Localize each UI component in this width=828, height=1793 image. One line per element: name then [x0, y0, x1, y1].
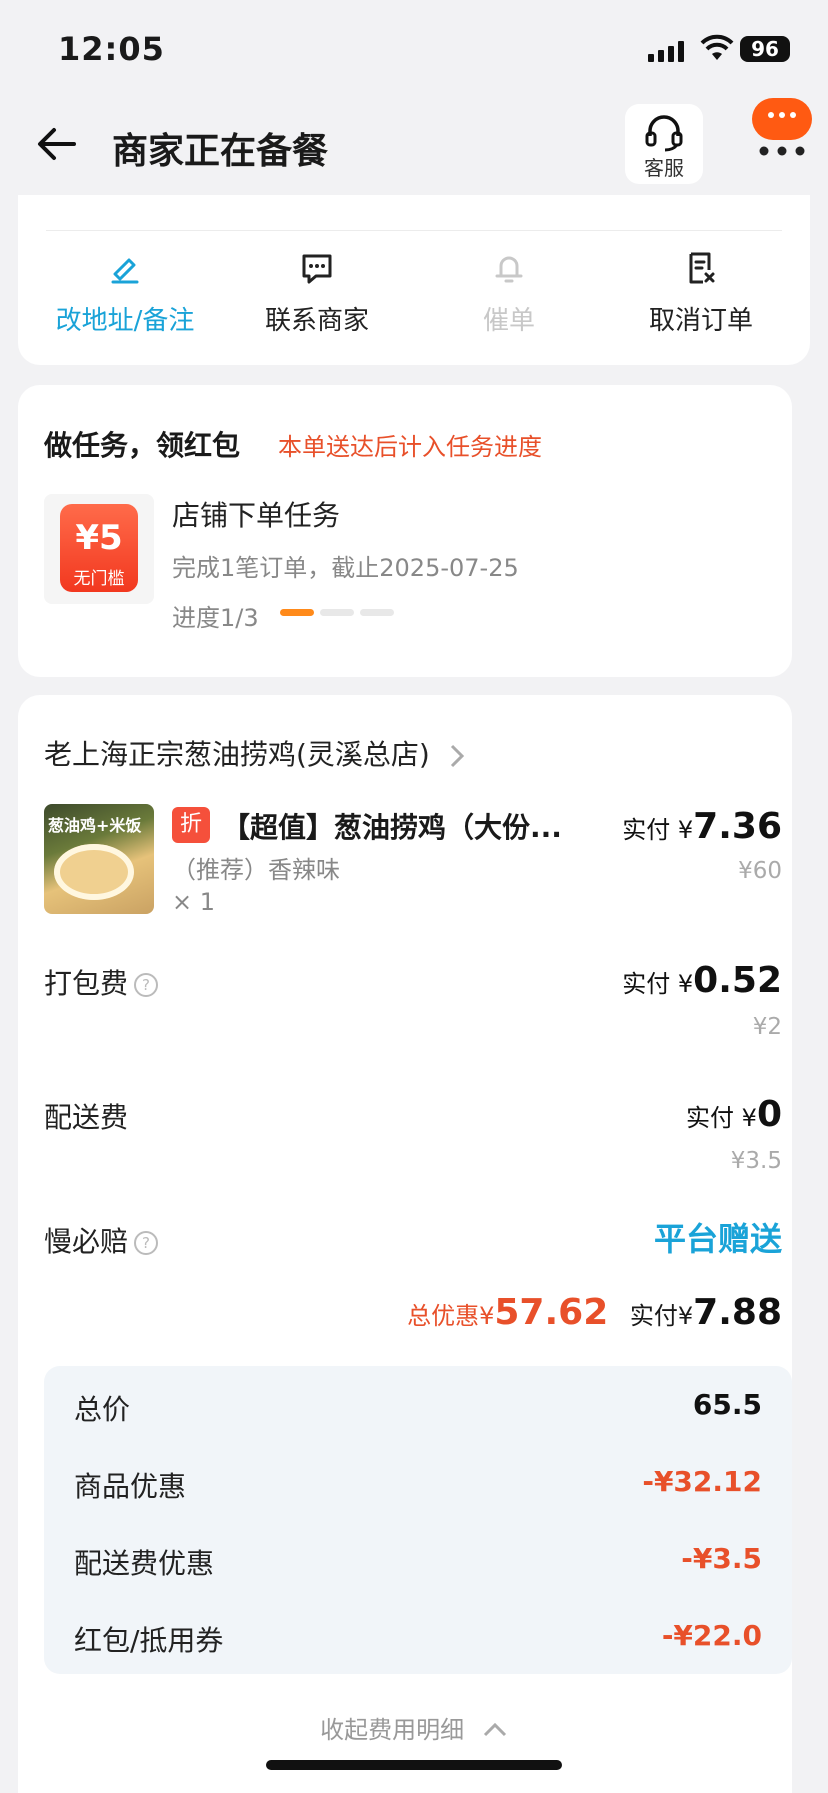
paid-prefix: 实付 ¥ — [686, 1104, 757, 1132]
task-progress-text: 进度1/3 — [172, 604, 259, 632]
packing-fee-text: 打包费 — [44, 967, 129, 1000]
item-quantity: × 1 — [172, 888, 216, 916]
divider — [46, 230, 782, 231]
paid-amount: 0.52 — [693, 960, 782, 1001]
item-paid-price: 实付 ¥7.36 — [622, 806, 782, 847]
cellular-signal-icon — [648, 40, 684, 62]
packing-paid-price: 实付 ¥0.52 — [622, 960, 782, 1001]
battery-indicator: 96 — [740, 36, 790, 62]
wifi-icon — [700, 34, 734, 66]
breakdown-label: 红包/抵用券 — [74, 1624, 224, 1657]
customer-service-label: 客服 — [644, 156, 684, 180]
cancel-order-button[interactable]: 取消订单 — [606, 250, 796, 337]
breakdown-label: 总价 — [74, 1393, 131, 1426]
breakdown-label: 配送费优惠 — [74, 1547, 215, 1580]
urge-order-label: 催单 — [482, 306, 535, 336]
progress-segment-pending — [320, 609, 354, 616]
dish-thumbnail-text: 葱油鸡+米饭 — [48, 816, 142, 835]
delivery-original-price: ¥3.5 — [730, 1148, 782, 1174]
headset-icon — [645, 115, 683, 152]
total-discount-label: 总优惠¥ — [407, 1302, 495, 1330]
delivery-fee-label: 配送费 — [44, 1101, 129, 1134]
breakdown-value: -¥3.5 — [681, 1542, 762, 1575]
more-dots-icon[interactable] — [754, 142, 810, 161]
paid-prefix: 实付 ¥ — [622, 816, 694, 844]
delivery-paid-price: 实付 ¥0 — [686, 1094, 782, 1135]
chevron-right-icon — [450, 744, 464, 768]
dish-plate-image — [54, 844, 134, 900]
back-arrow-icon[interactable] — [36, 126, 78, 166]
total-paid-amount: 7.88 — [693, 1292, 782, 1333]
customer-service-button[interactable]: 客服 — [625, 104, 703, 184]
page-title: 商家正在备餐 — [112, 131, 329, 172]
task-title: 做任务，领红包 — [44, 429, 241, 462]
fee-breakdown-panel: 总价 65.5 商品优惠 -¥32.12 配送费优惠 -¥3.5 红包/抵用券 … — [44, 1366, 792, 1674]
store-name: 老上海正宗葱油捞鸡(灵溪总店) — [44, 738, 430, 771]
coupon-badge: ¥5 无门槛 — [44, 494, 154, 604]
discount-badge: 折 — [172, 807, 210, 843]
coupon-amount: ¥5 — [75, 518, 123, 558]
contact-merchant-button[interactable]: 联系商家 — [222, 250, 412, 337]
total-paid-label: 实付¥ — [629, 1302, 694, 1330]
store-name-link[interactable]: 老上海正宗葱油捞鸡(灵溪总店) — [44, 733, 467, 773]
help-icon[interactable]: ? — [134, 973, 159, 997]
breakdown-value: 65.5 — [692, 1388, 762, 1421]
edit-address-button[interactable]: 改地址/备注 — [30, 250, 220, 337]
paid-amount: 0 — [756, 1094, 782, 1135]
item-name: 【超值】葱油捞鸡（大份... — [222, 811, 562, 844]
cancel-doc-icon — [689, 252, 715, 284]
paid-prefix: 实付 ¥ — [622, 970, 694, 998]
more-menu-button[interactable] — [752, 98, 812, 140]
help-icon[interactable]: ? — [134, 1231, 159, 1255]
collapse-fee-details-button[interactable]: 收起费用明细 — [0, 1710, 828, 1745]
contact-merchant-label: 联系商家 — [264, 306, 369, 336]
chat-icon — [302, 254, 332, 284]
edit-address-label: 改地址/备注 — [55, 306, 195, 336]
total-discount-amount: 57.62 — [494, 1292, 609, 1333]
breakdown-value: -¥22.0 — [661, 1619, 762, 1652]
late-compensation-label: 慢必赔? — [44, 1220, 159, 1260]
packing-fee-label: 打包费? — [44, 962, 159, 1002]
progress-segment-pending — [360, 609, 394, 616]
home-indicator[interactable] — [266, 1760, 562, 1770]
collapse-label: 收起费用明细 — [320, 1716, 465, 1744]
red-packet-icon: ¥5 无门槛 — [60, 504, 138, 592]
breakdown-value: -¥32.12 — [642, 1465, 762, 1498]
task-name: 店铺下单任务 — [172, 499, 341, 532]
chevron-up-icon — [483, 1722, 506, 1737]
late-compensation-value: 平台赠送 — [653, 1220, 782, 1258]
urge-order-button[interactable]: 催单 — [414, 250, 604, 337]
edit-icon — [111, 258, 139, 284]
cancel-order-label: 取消订单 — [648, 306, 753, 336]
task-note: 本单送达后计入任务进度 — [278, 433, 542, 461]
coupon-tag: 无门槛 — [73, 569, 125, 589]
dish-thumbnail[interactable]: 葱油鸡+米饭 — [44, 804, 154, 914]
item-original-price: ¥60 — [738, 858, 782, 884]
breakdown-label: 商品优惠 — [74, 1470, 187, 1503]
late-compensation-text: 慢必赔 — [44, 1225, 129, 1258]
order-total-line: 总优惠¥57.62 实付¥7.88 — [407, 1292, 782, 1333]
bell-icon — [495, 256, 523, 283]
paid-amount: 7.36 — [693, 806, 782, 847]
task-description: 完成1笔订单，截止2025-07-25 — [172, 554, 519, 582]
progress-segment-done — [280, 609, 314, 616]
status-time: 12:05 — [58, 30, 165, 68]
packing-original-price: ¥2 — [752, 1014, 782, 1040]
item-spec: （推荐）香辣味 — [172, 856, 340, 884]
